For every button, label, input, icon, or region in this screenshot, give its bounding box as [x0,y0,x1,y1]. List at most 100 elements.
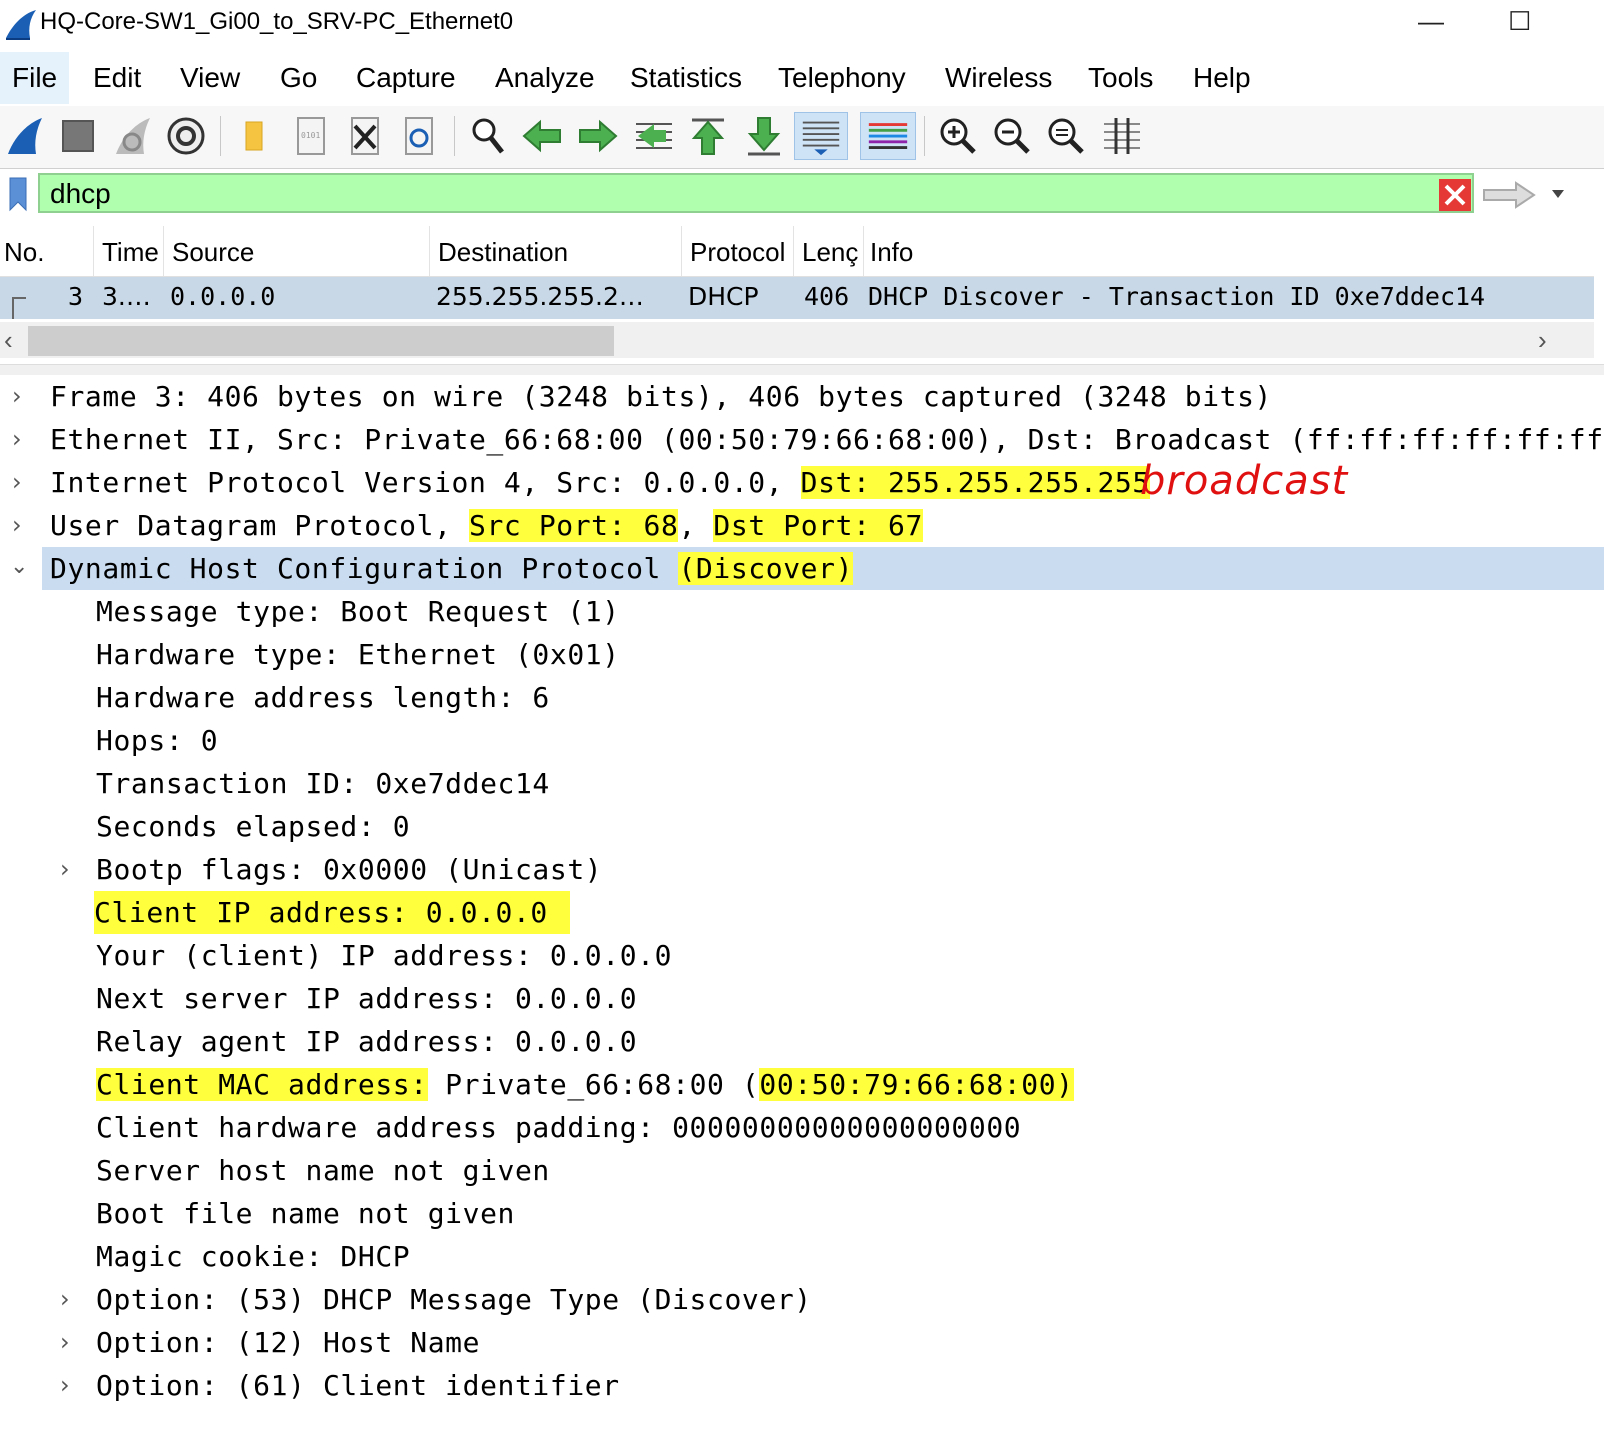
menu-go[interactable]: Go [268,52,329,104]
tree-item-boot-file[interactable]: Boot file name not given [0,1192,1604,1235]
menu-help[interactable]: Help [1181,52,1263,104]
menu-capture[interactable]: Capture [344,52,468,104]
column-header-length[interactable]: Lenç [798,226,864,276]
zoom-in-icon[interactable] [934,112,982,160]
stop-capture-icon[interactable] [54,112,102,160]
menu-file[interactable]: File [0,52,70,104]
tree-label-ethernet: Ethernet II, Src: Private_66:68:00 (00:5… [50,423,1604,456]
clear-filter-icon[interactable] [1438,178,1472,212]
go-forward-icon[interactable] [574,112,622,160]
autoscroll-icon[interactable] [794,112,848,160]
menu-view[interactable]: View [168,52,252,104]
tree-item-padding[interactable]: Client hardware address padding: 0000000… [0,1106,1604,1149]
tree-item-client-mac[interactable]: Client MAC address: Private_66:68:00 (00… [0,1063,1604,1106]
column-header-protocol[interactable]: Protocol [686,226,794,276]
capture-options-icon[interactable] [162,112,210,160]
field-bootp-flags: Bootp flags: 0x0000 (Unicast) [96,853,603,886]
zoom-out-icon[interactable] [988,112,1036,160]
menu-tools[interactable]: Tools [1076,52,1165,104]
tree-item-option-12[interactable]: › Option: (12) Host Name [0,1321,1604,1364]
client-mac-label-highlight: Client MAC address: [96,1068,428,1101]
tree-item-server-host[interactable]: Server host name not given [0,1149,1604,1192]
scroll-left-icon[interactable]: ‹ [4,322,13,358]
filter-dropdown-icon[interactable] [1550,188,1566,200]
tree-label-dhcp: Dynamic Host Configuration Protocol (Dis… [50,547,854,590]
tree-item-bootp-flags[interactable]: › Bootp flags: 0x0000 (Unicast) [0,848,1604,891]
zoom-normal-icon[interactable] [1042,112,1090,160]
field-next-server-ip: Next server IP address: 0.0.0.0 [96,982,638,1015]
go-first-icon[interactable] [684,112,732,160]
packet-row[interactable]: 3 3.… 0.0.0.0 255.255.255.2… DHCP 406 DH… [0,277,1594,319]
menu-telephony[interactable]: Telephony [766,52,918,104]
apply-filter-icon[interactable] [1480,180,1538,210]
tree-item-your-ip[interactable]: Your (client) IP address: 0.0.0.0 [0,934,1604,977]
find-packet-icon[interactable] [464,112,512,160]
tree-item-message-type[interactable]: Message type: Boot Request (1) [0,590,1604,633]
tree-item-client-ip[interactable]: Client IP address: 0.0.0.0 [0,891,1604,934]
field-magic-cookie: Magic cookie: DHCP [96,1240,411,1273]
column-header-destination[interactable]: Destination [434,226,682,276]
expand-arrow-icon[interactable]: › [60,848,70,891]
menu-wireless[interactable]: Wireless [933,52,1064,104]
bookmark-icon[interactable] [8,176,28,212]
tree-item-hardware-type[interactable]: Hardware type: Ethernet (0x01) [0,633,1604,676]
tree-item-hw-addr-len[interactable]: Hardware address length: 6 [0,676,1604,719]
tree-item-hops[interactable]: Hops: 0 [0,719,1604,762]
title-bar: HQ-Core-SW1_Gi00_to_SRV-PC_Ethernet0 — ☐ [0,0,1604,50]
close-file-icon[interactable] [340,112,388,160]
column-header-info[interactable]: Info [866,226,1594,276]
open-file-icon[interactable] [232,112,280,160]
tree-item-ethernet[interactable]: › Ethernet II, Src: Private_66:68:00 (00… [0,418,1604,461]
column-header-time[interactable]: Time [98,226,164,276]
packet-no: 3 [68,282,84,311]
udp-src-port-highlight: Src Port: 68 [468,509,679,542]
expand-arrow-icon[interactable]: › [12,461,22,504]
field-option-12: Option: (12) Host Name [96,1326,481,1359]
resize-columns-icon[interactable] [1098,112,1146,160]
menu-edit[interactable]: Edit [81,52,153,104]
minimize-button[interactable]: — [1418,6,1444,37]
column-header-source[interactable]: Source [168,226,430,276]
expand-arrow-icon[interactable]: › [60,1278,70,1321]
tree-item-ipv4[interactable]: › Internet Protocol Version 4, Src: 0.0.… [0,461,1604,504]
packet-list-hscrollbar[interactable]: ‹ › [0,322,1594,358]
colorize-icon[interactable] [860,112,916,160]
menu-statistics[interactable]: Statistics [618,52,754,104]
maximize-button[interactable]: ☐ [1508,6,1531,37]
row-related-marker-icon [12,297,26,319]
go-back-icon[interactable] [518,112,566,160]
tree-item-transaction-id[interactable]: Transaction ID: 0xe7ddec14 [0,762,1604,805]
tree-item-dhcp[interactable]: Dynamic Host Configuration Protocol (Dis… [42,547,1604,590]
tree-item-frame[interactable]: › Frame 3: 406 bytes on wire (3248 bits)… [0,375,1604,418]
display-filter-bar: dhcp [0,172,1604,220]
tree-item-seconds[interactable]: Seconds elapsed: 0 [0,805,1604,848]
reload-file-icon[interactable] [394,112,442,160]
tree-item-relay-agent[interactable]: Relay agent IP address: 0.0.0.0 [0,1020,1604,1063]
scroll-right-icon[interactable]: › [1538,322,1547,358]
collapse-arrow-icon[interactable]: ⌄ [10,554,29,579]
start-capture-icon[interactable] [2,112,50,160]
tree-item-next-server[interactable]: Next server IP address: 0.0.0.0 [0,977,1604,1020]
field-hw-addr-len: Hardware address length: 6 [96,681,550,714]
tree-item-udp[interactable]: › User Datagram Protocol, Src Port: 68, … [0,504,1604,547]
display-filter-input[interactable]: dhcp [38,173,1474,213]
expand-arrow-icon[interactable]: › [12,504,22,547]
tree-item-magic-cookie[interactable]: Magic cookie: DHCP [0,1235,1604,1278]
field-client-ip-highlight: Client IP address: 0.0.0.0 [94,891,570,934]
menu-analyze[interactable]: Analyze [483,52,607,104]
go-last-icon[interactable] [740,112,788,160]
save-file-icon[interactable]: 0101 [286,112,334,160]
tree-label-frame: Frame 3: 406 bytes on wire (3248 bits), … [50,380,1273,413]
tree-label-ipv4: Internet Protocol Version 4, Src: 0.0.0.… [50,461,1150,504]
expand-arrow-icon[interactable]: › [60,1364,70,1407]
expand-arrow-icon[interactable]: › [12,375,22,418]
field-client-mac: Client MAC address: Private_66:68:00 (00… [96,1063,1074,1106]
column-header-no[interactable]: No. [0,226,94,276]
expand-arrow-icon[interactable]: › [12,418,22,461]
tree-item-option-53[interactable]: › Option: (53) DHCP Message Type (Discov… [0,1278,1604,1321]
expand-arrow-icon[interactable]: › [60,1321,70,1364]
go-to-packet-icon[interactable] [630,112,678,160]
restart-capture-icon[interactable] [108,112,156,160]
tree-item-option-61[interactable]: › Option: (61) Client identifier [0,1364,1604,1407]
scroll-thumb[interactable] [28,326,614,356]
